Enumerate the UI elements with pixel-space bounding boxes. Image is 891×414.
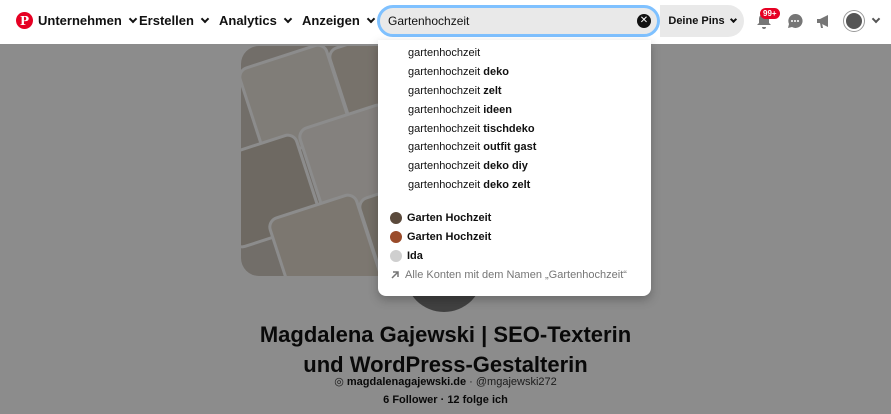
suggestion-item[interactable]: gartenhochzeit tischdeko (408, 123, 535, 135)
nav-anzeigen[interactable]: Anzeigen (302, 13, 376, 28)
suggestion-item[interactable]: gartenhochzeit zelt (408, 85, 502, 97)
nav-erstellen[interactable]: Erstellen (139, 13, 210, 28)
nav-unternehmen[interactable]: Unternehmen (38, 13, 138, 28)
suggestion-item[interactable]: gartenhochzeit deko zelt (408, 179, 530, 191)
chevron-down-icon (729, 15, 737, 23)
account-result[interactable]: Ida (390, 250, 423, 262)
suggestion-item[interactable]: gartenhochzeit deko (408, 66, 509, 78)
search-scope-select[interactable]: Deine Pins (660, 5, 744, 37)
notification-badge: 99+ (760, 8, 780, 19)
all-accounts-link[interactable]: Alle Konten mit dem Namen „Gartenhochzei… (390, 269, 627, 281)
chevron-down-icon (366, 14, 376, 23)
nav-analytics[interactable]: Analytics (219, 13, 293, 28)
account-avatar (390, 212, 402, 224)
suggestion-item[interactable]: gartenhochzeit (408, 47, 480, 59)
arrow-up-right-icon (391, 271, 399, 279)
chevron-down-icon (283, 14, 293, 23)
megaphone-icon[interactable] (814, 11, 834, 31)
account-result[interactable]: Garten Hochzeit (390, 231, 491, 243)
suggestion-item[interactable]: gartenhochzeit outfit gast (408, 141, 536, 153)
suggestion-item[interactable]: gartenhochzeit ideen (408, 104, 512, 116)
top-navigation: P Unternehmen Erstellen Analytics Anzeig… (0, 0, 891, 44)
user-avatar[interactable] (844, 11, 864, 31)
account-chevron-icon[interactable] (871, 14, 881, 24)
chevron-down-icon (128, 14, 138, 23)
account-avatar (390, 250, 402, 262)
clear-search-icon[interactable]: ✕ (637, 14, 651, 28)
suggestion-item[interactable]: gartenhochzeit deko diy (408, 160, 528, 172)
pinterest-logo-icon[interactable]: P (16, 12, 33, 29)
chevron-down-icon (200, 14, 210, 23)
search-suggestions-dropdown: gartenhochzeit gartenhochzeit deko garte… (378, 40, 651, 296)
chat-icon[interactable] (785, 11, 805, 31)
account-avatar (390, 231, 402, 243)
search-input[interactable] (388, 12, 628, 30)
account-result[interactable]: Garten Hochzeit (390, 212, 491, 224)
search-box[interactable]: ✕ (377, 5, 660, 37)
